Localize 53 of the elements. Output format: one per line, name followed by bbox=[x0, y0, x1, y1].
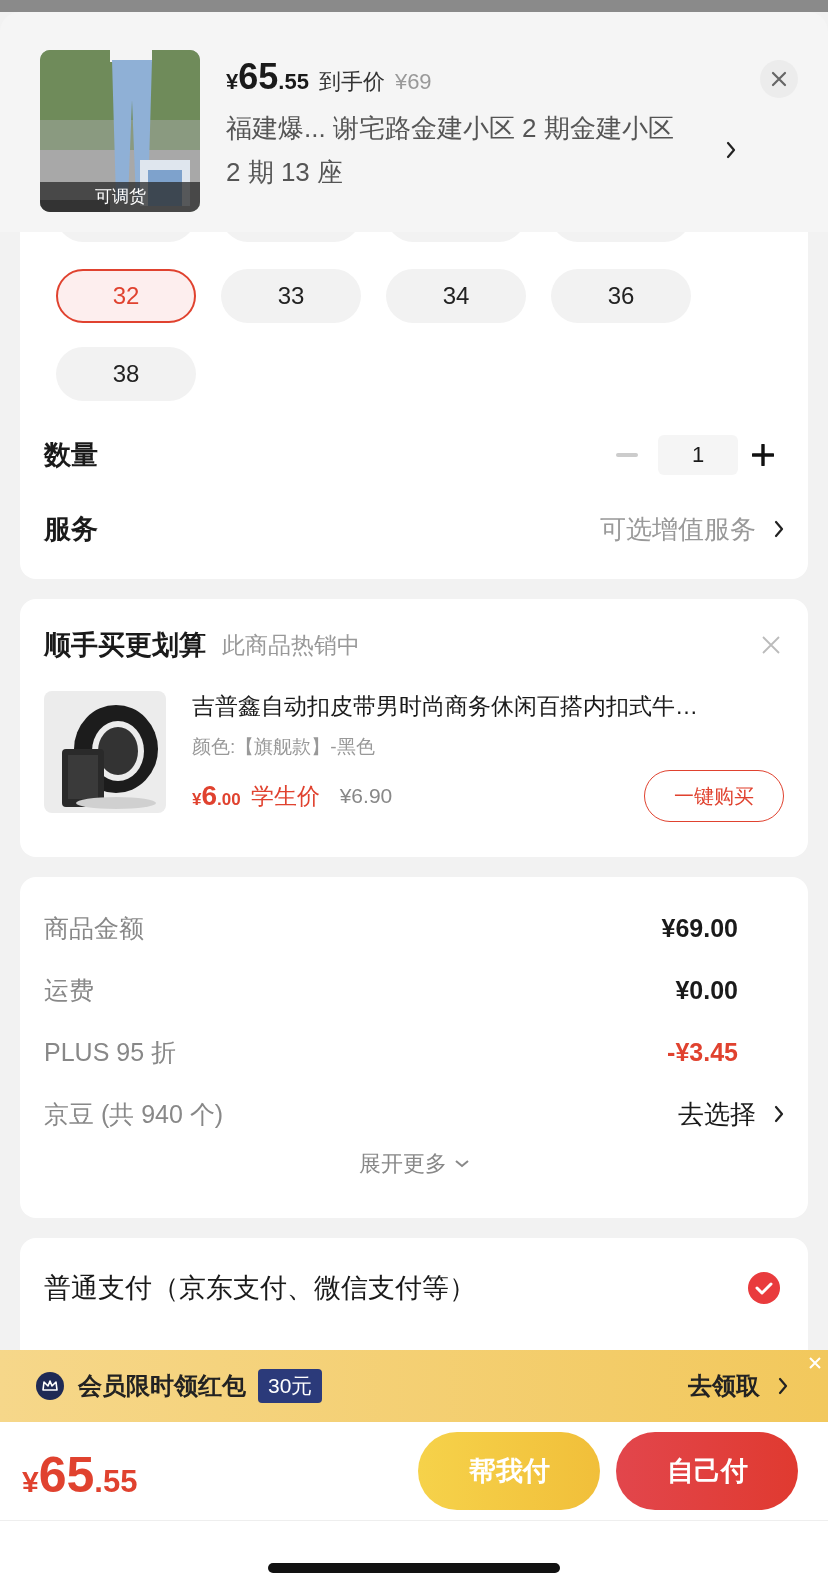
chevron-right-icon bbox=[774, 520, 784, 538]
discount-amount: -¥3.45 bbox=[667, 1037, 738, 1067]
select-link[interactable]: 去选择 bbox=[678, 1096, 756, 1132]
expand-link[interactable]: 展开更多 bbox=[359, 1149, 447, 1179]
chevron-right-icon bbox=[774, 1105, 784, 1123]
size-option[interactable]: 33 bbox=[221, 269, 361, 323]
chevron-right-icon bbox=[778, 1377, 788, 1395]
promo-banner[interactable]: 会员限时领红包 30元 去领取 bbox=[0, 1350, 828, 1422]
original-price: ¥69 bbox=[394, 69, 432, 95]
size-option[interactable]: 38 bbox=[56, 347, 196, 401]
currency-sign: ¥ bbox=[22, 1465, 39, 1499]
pay-button[interactable]: 自己付 bbox=[616, 1432, 798, 1510]
price-integer: 6 bbox=[201, 780, 218, 812]
price-integer: 65 bbox=[38, 1446, 95, 1504]
summary-label: 运费 bbox=[44, 974, 94, 1006]
quantity-label: 数量 bbox=[44, 439, 98, 472]
amount-value: ¥69.00 bbox=[661, 913, 738, 943]
plus-icon[interactable] bbox=[752, 444, 774, 466]
summary-label: 商品金额 bbox=[44, 912, 144, 944]
amount-value: ¥0.00 bbox=[675, 975, 738, 1005]
price-decimal: .55 bbox=[94, 1464, 138, 1500]
amount-tag: 30元 bbox=[258, 1369, 323, 1403]
claim-link[interactable]: 去领取 bbox=[688, 1370, 760, 1402]
price-decimal: .55 bbox=[278, 69, 309, 95]
section-subtitle: 此商品热销中 bbox=[222, 630, 360, 660]
currency-sign: ¥ bbox=[226, 69, 239, 95]
chevron-down-icon bbox=[455, 1160, 469, 1168]
price-label: 到手价 bbox=[318, 68, 385, 96]
summary-label: 京豆 (共 940 个) bbox=[44, 1098, 224, 1130]
section-title: 顺手买更划算 bbox=[44, 629, 206, 662]
size-option[interactable]: 36 bbox=[551, 269, 691, 323]
promo-text: 会员限时领红包 bbox=[78, 1371, 246, 1401]
product-name[interactable]: 吉普鑫自动扣皮带男时尚商务休闲百搭内扣式牛… bbox=[192, 691, 784, 722]
size-option[interactable]: 32 bbox=[56, 269, 196, 323]
crown-icon bbox=[36, 1372, 64, 1400]
close-icon[interactable] bbox=[771, 71, 787, 87]
summary-label: PLUS 95 折 bbox=[44, 1036, 176, 1068]
chevron-right-icon bbox=[726, 141, 736, 159]
price-label: 学生价 bbox=[250, 781, 320, 811]
check-circle-icon[interactable] bbox=[748, 1272, 780, 1304]
close-button[interactable] bbox=[760, 60, 798, 98]
price-integer: 65 bbox=[238, 56, 279, 98]
payment-option[interactable]: 普通支付（京东支付、微信支付等） bbox=[44, 1270, 476, 1306]
stock-badge: 可调货 bbox=[40, 182, 200, 212]
price-decimal: .00 bbox=[217, 790, 241, 810]
currency-sign: ¥ bbox=[192, 790, 202, 810]
buy-button[interactable]: 一键购买 bbox=[644, 770, 784, 822]
service-label: 服务 bbox=[44, 513, 98, 546]
delivery-address[interactable]: 福建爆... 谢宅路金建小区 2 期金建小区 2 期 13 座 bbox=[226, 106, 682, 194]
quantity-field[interactable]: 1 bbox=[658, 435, 738, 475]
product-variant: 颜色:【旗舰款】-黑色 bbox=[192, 735, 376, 759]
original-price: ¥6.90 bbox=[339, 784, 393, 808]
size-option[interactable]: 34 bbox=[386, 269, 526, 323]
